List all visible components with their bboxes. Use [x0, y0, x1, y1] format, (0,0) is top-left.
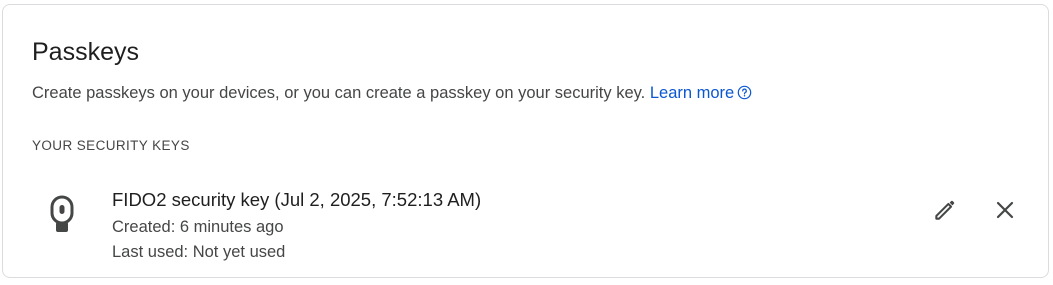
learn-more-link[interactable]: Learn more: [650, 84, 752, 102]
security-key-row: FIDO2 security key (Jul 2, 2025, 7:52:13…: [3, 180, 1048, 272]
edit-security-key-button[interactable]: [927, 192, 963, 228]
pencil-icon: [935, 200, 955, 220]
remove-security-key-button[interactable]: [987, 192, 1023, 228]
passkeys-description: Create passkeys on your devices, or you …: [32, 82, 752, 104]
security-key-last-used: Last used: Not yet used: [112, 243, 286, 261]
security-key-created: Created: 6 minutes ago: [112, 218, 284, 236]
learn-more-label: Learn more: [649, 84, 735, 102]
description-text: Create passkeys on your devices, or you …: [32, 84, 646, 102]
security-keys-section-label: YOUR SECURITY KEYS: [32, 138, 190, 153]
close-icon: [996, 201, 1014, 219]
security-key-icon: [50, 195, 74, 232]
help-circle-icon: [737, 85, 752, 100]
security-key-name: FIDO2 security key (Jul 2, 2025, 7:52:13…: [112, 189, 482, 210]
page-title: Passkeys: [32, 38, 139, 66]
passkeys-card: Passkeys Create passkeys on your devices…: [2, 4, 1049, 278]
